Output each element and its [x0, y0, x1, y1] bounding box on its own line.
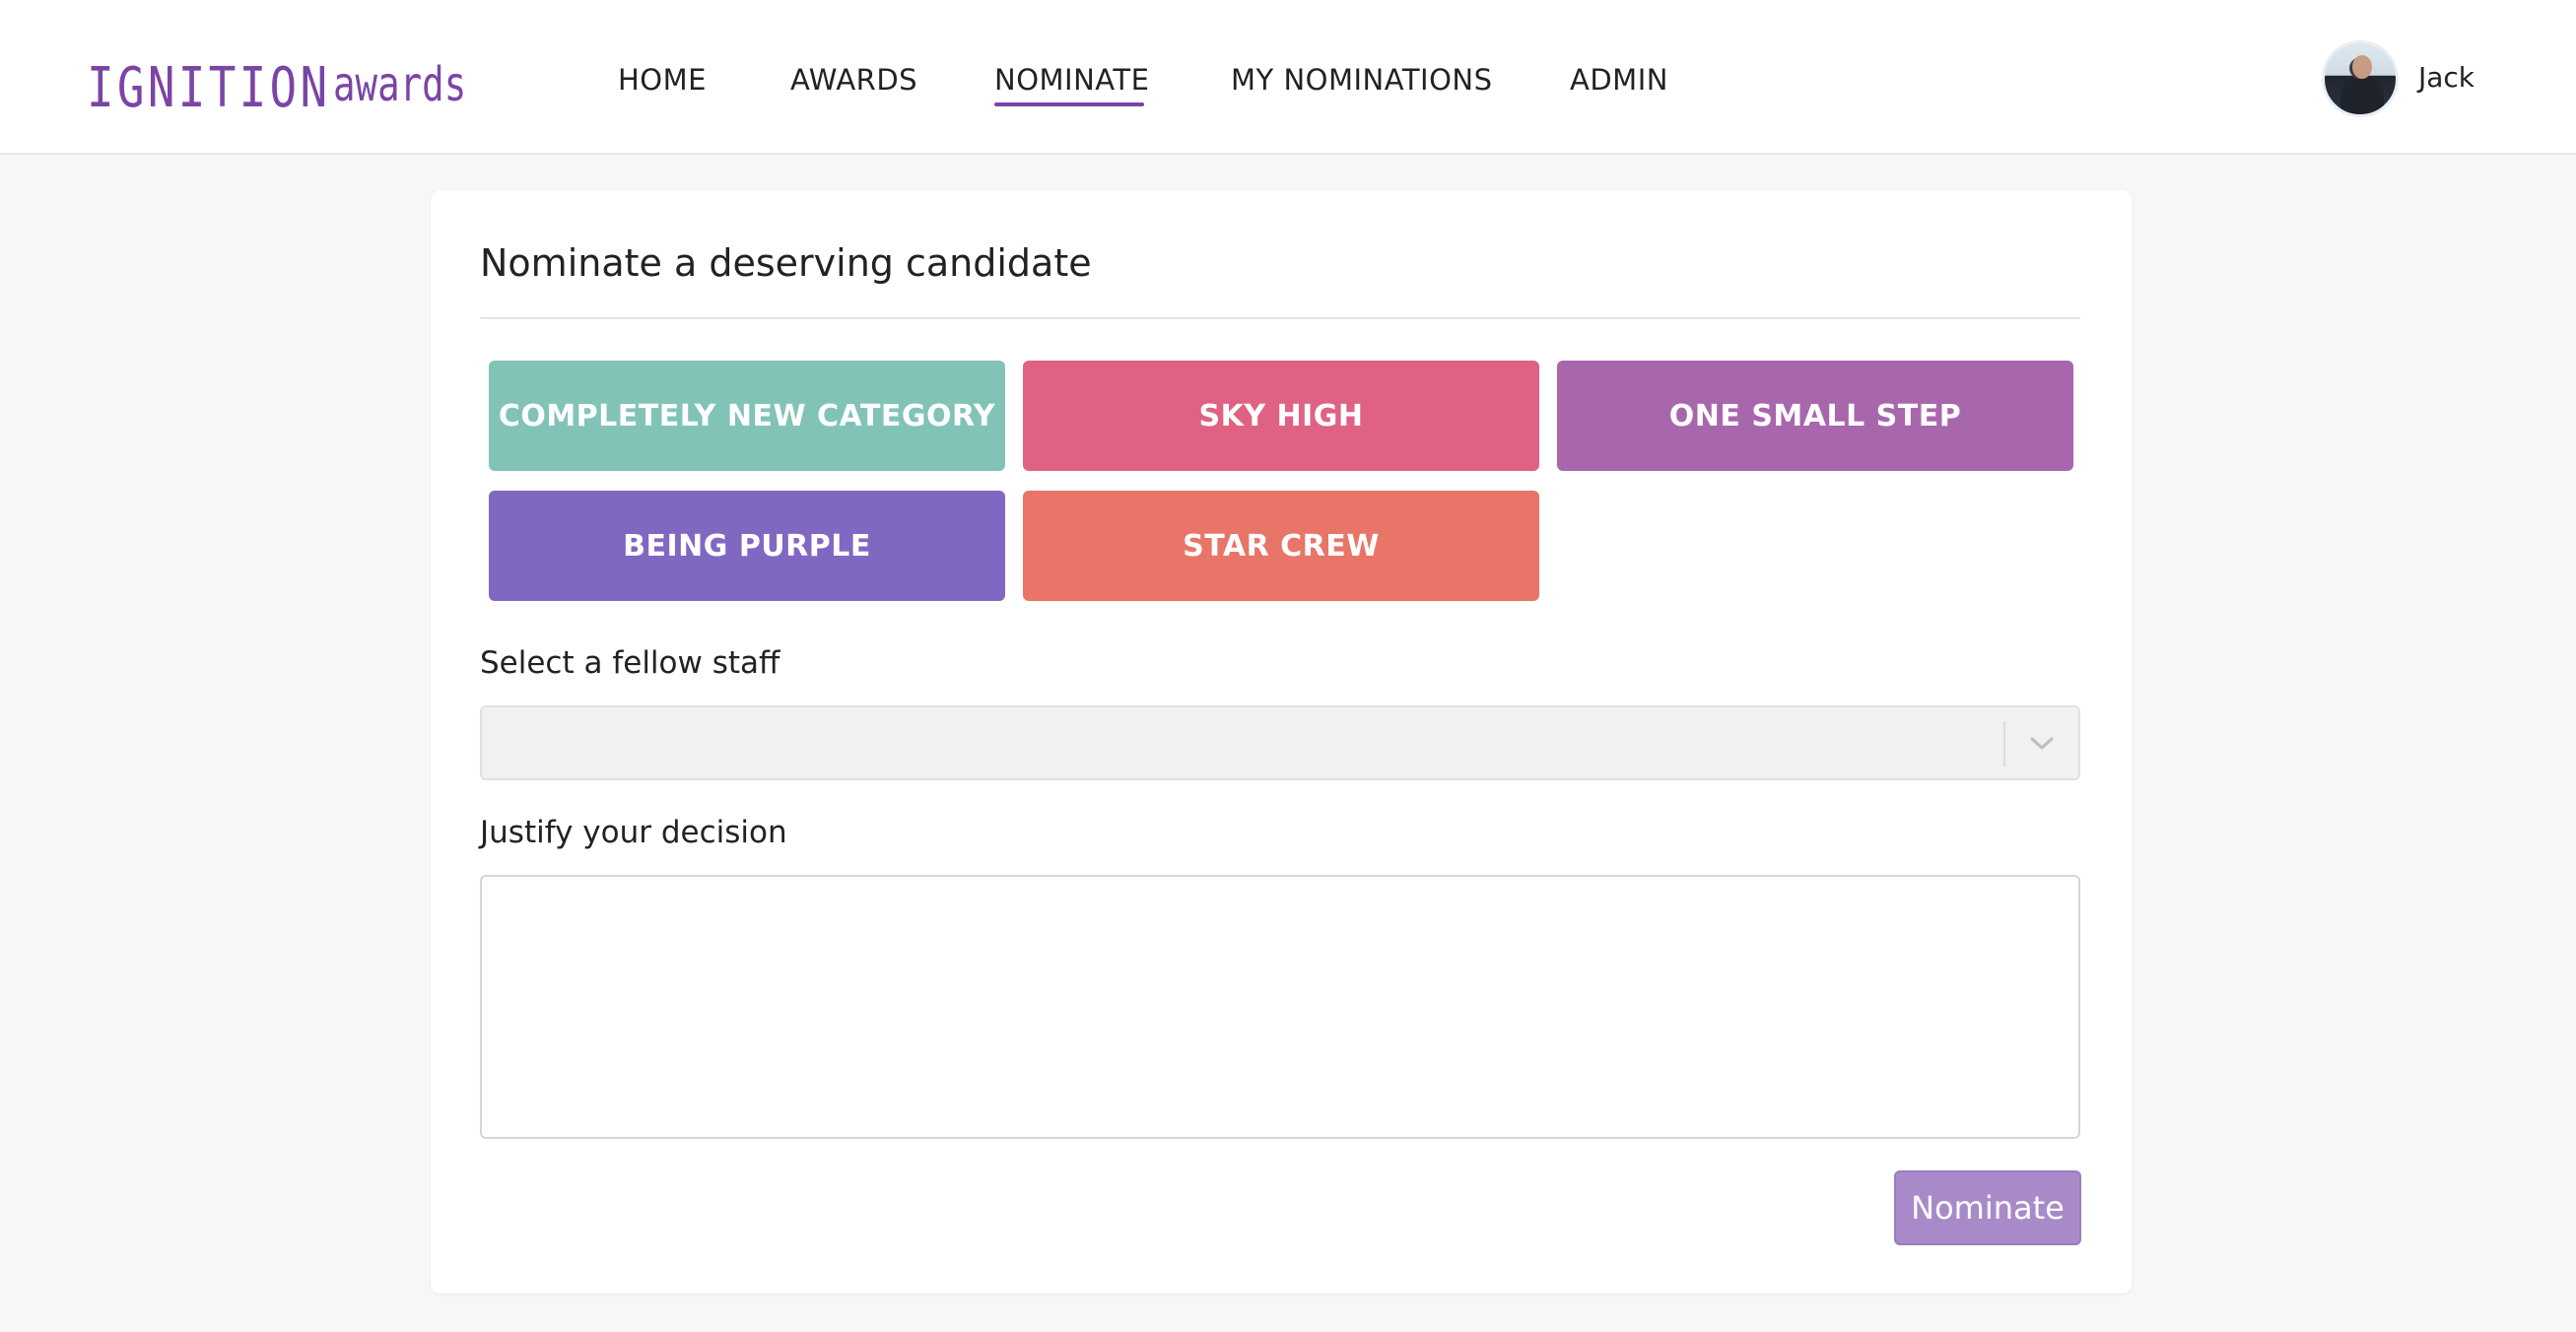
- title-divider: [480, 317, 2080, 319]
- category-completely-new-category[interactable]: COMPLETELY NEW CATEGORY: [489, 361, 1005, 471]
- avatar-head-shape: [2352, 55, 2372, 79]
- category-sky-high[interactable]: SKY HIGH: [1023, 361, 1539, 471]
- logo-main-text: IGNITION: [87, 56, 331, 120]
- avatar-body-shape: [2340, 79, 2384, 114]
- justify-textarea[interactable]: [480, 875, 2080, 1139]
- ignition-awards-logo[interactable]: IGNITION awards: [87, 49, 504, 116]
- nav-item-my-nominations[interactable]: MY NOMINATIONS: [1231, 59, 1493, 100]
- category-being-purple[interactable]: BEING PURPLE: [489, 491, 1005, 601]
- category-star-crew[interactable]: STAR CREW: [1023, 491, 1539, 601]
- user-avatar[interactable]: [2322, 40, 2399, 117]
- active-nav-indicator: [994, 102, 1144, 106]
- user-menu[interactable]: Jack: [2322, 39, 2474, 118]
- logo-sub-text: awards: [333, 57, 467, 112]
- page-title: Nominate a deserving candidate: [480, 241, 1092, 285]
- chevron-down-icon[interactable]: [2025, 727, 2059, 761]
- staff-select-label: Select a fellow staff: [480, 645, 780, 681]
- category-one-small-step[interactable]: ONE SMALL STEP: [1557, 361, 2073, 471]
- nav-item-home[interactable]: HOME: [618, 59, 707, 100]
- staff-select[interactable]: [480, 705, 2080, 780]
- nav-item-awards[interactable]: AWARDS: [790, 59, 917, 100]
- justify-label: Justify your decision: [480, 815, 787, 850]
- nav-item-nominate[interactable]: NOMINATE: [994, 59, 1149, 100]
- nominate-button[interactable]: Nominate: [1894, 1170, 2081, 1245]
- top-navigation-bar: IGNITION awards HOME AWARDS NOMINATE MY …: [0, 0, 2576, 155]
- user-name[interactable]: Jack: [2418, 61, 2474, 94]
- nomination-card: Nominate a deserving candidate COMPLETEL…: [431, 190, 2132, 1294]
- select-separator: [2003, 721, 2005, 766]
- nav-item-admin[interactable]: ADMIN: [1570, 59, 1668, 100]
